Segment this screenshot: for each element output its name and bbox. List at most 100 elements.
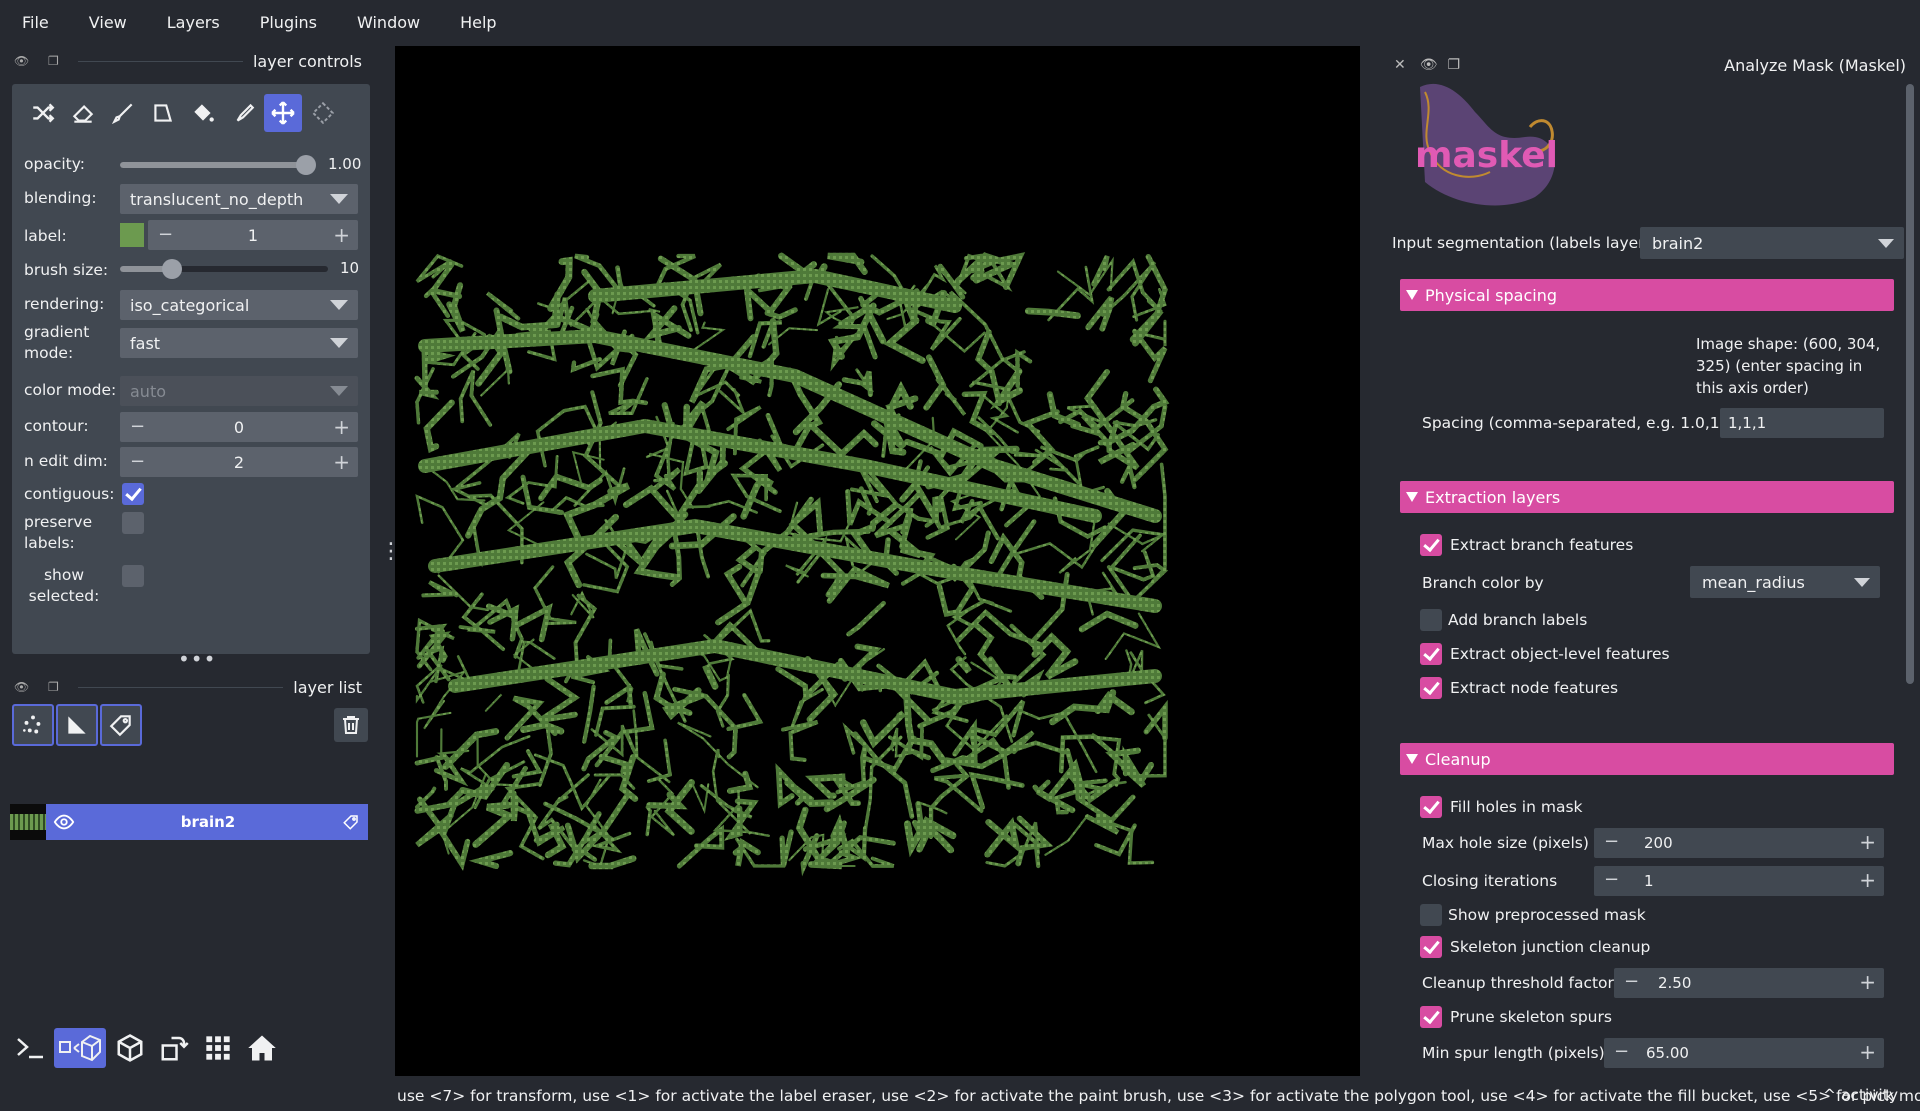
new-labels-layer-button[interactable] [100, 704, 142, 746]
rendering-dropdown[interactable]: iso_categorical [120, 290, 358, 320]
menu-window[interactable]: Window [357, 13, 420, 32]
decrement-icon[interactable]: − [1604, 831, 1619, 852]
brush-size-slider-handle[interactable] [162, 259, 182, 279]
blending-label: blending: [24, 189, 97, 207]
vessel-branch [676, 824, 725, 869]
prune-spurs-checkbox[interactable] [1420, 1006, 1442, 1028]
contiguous-checkbox[interactable] [122, 483, 144, 505]
close-dock-icon[interactable]: 👁 [14, 54, 29, 68]
spacing-input[interactable]: 1,1,1 [1720, 408, 1884, 438]
vessel-branch [719, 388, 745, 414]
increment-icon[interactable]: + [1859, 830, 1876, 854]
brush-size-slider[interactable] [120, 259, 328, 279]
closing-iterations-label: Closing iterations [1422, 872, 1558, 890]
show-preprocessed-checkbox[interactable] [1420, 904, 1442, 926]
cleanup-threshold-spinbox[interactable]: − 2.50 + [1614, 968, 1884, 998]
paint-brush-button[interactable] [104, 94, 142, 132]
transform-button[interactable] [304, 94, 342, 132]
pan-zoom-button[interactable] [264, 94, 302, 132]
vessel-branch [415, 711, 452, 758]
roll-dimensions-button[interactable] [110, 1028, 150, 1068]
paint-brush-icon [111, 103, 133, 125]
decrement-icon[interactable]: − [1604, 869, 1619, 890]
increment-icon[interactable]: + [333, 415, 350, 439]
gradient-mode-dropdown[interactable]: fast [120, 328, 358, 358]
increment-icon[interactable]: + [333, 223, 350, 247]
opacity-slider-handle[interactable] [296, 155, 316, 175]
fill-bucket-button[interactable] [184, 94, 222, 132]
menu-view[interactable]: View [89, 13, 127, 32]
preserve-labels-checkbox[interactable] [122, 512, 144, 534]
close-icon[interactable]: ✕ [1394, 57, 1406, 73]
menu-layers[interactable]: Layers [167, 13, 220, 32]
fill-holes-checkbox[interactable] [1420, 796, 1442, 818]
n-edit-dim-spinbox[interactable]: − 2 + [120, 447, 358, 477]
decrement-icon[interactable]: − [1614, 1041, 1629, 1062]
decrement-icon[interactable]: − [158, 224, 173, 245]
add-branch-labels-checkbox[interactable] [1420, 609, 1442, 631]
blending-dropdown[interactable]: translucent_no_depth [120, 184, 358, 214]
close-dock-icon[interactable]: 👁 [14, 680, 29, 694]
left-dock-splitter-handle[interactable]: ⋮ [380, 541, 402, 563]
menu-plugins[interactable]: Plugins [260, 13, 317, 32]
new-shapes-layer-button[interactable] [56, 704, 98, 746]
gradient-mode-value: fast [130, 333, 161, 353]
blending-value: translucent_no_depth [130, 189, 304, 209]
extract-object-features-checkbox[interactable] [1420, 643, 1442, 665]
closing-iterations-spinbox[interactable]: − 1 + [1594, 866, 1884, 896]
menu-help[interactable]: Help [460, 13, 496, 32]
hide-dock-icon[interactable]: 👁 [1420, 57, 1438, 73]
visibility-toggle[interactable] [46, 804, 82, 840]
branch-color-by-dropdown[interactable]: mean_radius [1690, 566, 1880, 598]
contour-spinbox[interactable]: − 0 + [120, 412, 358, 442]
float-dock-icon[interactable]: ❐ [1448, 57, 1461, 73]
viewer-canvas[interactable] [395, 46, 1360, 1076]
grid-view-button[interactable] [198, 1028, 238, 1068]
extraction-layers-section-header[interactable]: Extraction layers [1400, 481, 1894, 513]
increment-icon[interactable]: + [1859, 970, 1876, 994]
reset-view-button[interactable] [242, 1028, 282, 1068]
extract-node-features-checkbox[interactable] [1420, 677, 1442, 699]
decrement-icon[interactable]: − [130, 451, 145, 472]
eraser-button[interactable] [64, 94, 102, 132]
vessel-branch [684, 400, 707, 433]
menu-file[interactable]: File [22, 13, 49, 32]
label-spinbox[interactable]: − 1 + [148, 220, 358, 250]
float-dock-icon[interactable]: ❐ [48, 680, 62, 694]
gradient-mode-row: gradient mode: [24, 322, 134, 364]
cleanup-section-header[interactable]: Cleanup [1400, 743, 1894, 775]
transpose-dimensions-button[interactable] [154, 1028, 194, 1068]
decrement-icon[interactable]: − [1624, 971, 1639, 992]
delete-layer-button[interactable] [334, 708, 368, 742]
increment-icon[interactable]: + [333, 450, 350, 474]
decrement-icon[interactable]: − [130, 416, 145, 437]
max-hole-size-spinbox[interactable]: − 200 + [1594, 828, 1884, 858]
maskel-scrollbar[interactable] [1904, 74, 1916, 1074]
activity-button[interactable]: ^ activity [1823, 1086, 1898, 1104]
float-dock-icon[interactable]: ❐ [48, 54, 62, 68]
physical-spacing-section-header[interactable]: Physical spacing [1400, 279, 1894, 311]
polygon-button[interactable] [144, 94, 182, 132]
layer-name: brain2 [180, 813, 236, 831]
extract-branch-features-checkbox[interactable] [1420, 534, 1442, 556]
scrollbar-thumb[interactable] [1906, 84, 1914, 684]
console-button[interactable] [10, 1028, 50, 1068]
opacity-slider[interactable] [120, 155, 316, 175]
increment-icon[interactable]: + [1859, 868, 1876, 892]
vessel-branch [955, 609, 1044, 652]
dock-resize-handle[interactable]: ••• [178, 647, 216, 671]
layer-list-item[interactable]: brain2 [10, 804, 368, 840]
skeleton-junction-cleanup-checkbox[interactable] [1420, 936, 1442, 958]
shuffle-colors-button[interactable] [24, 94, 62, 132]
label-color-swatch[interactable] [120, 223, 144, 247]
max-hole-size-value: 200 [1644, 834, 1673, 852]
increment-icon[interactable]: + [1859, 1040, 1876, 1064]
input-segmentation-dropdown[interactable]: brain2 [1640, 227, 1904, 259]
ndisplay-toggle-button[interactable] [54, 1028, 106, 1068]
logo-text: maskel [1415, 135, 1558, 176]
vessel-branch [677, 721, 759, 789]
show-selected-checkbox[interactable] [122, 565, 144, 587]
picker-button[interactable] [224, 94, 262, 132]
min-spur-length-spinbox[interactable]: − 65.00 + [1604, 1038, 1884, 1068]
new-points-layer-button[interactable] [12, 704, 54, 746]
